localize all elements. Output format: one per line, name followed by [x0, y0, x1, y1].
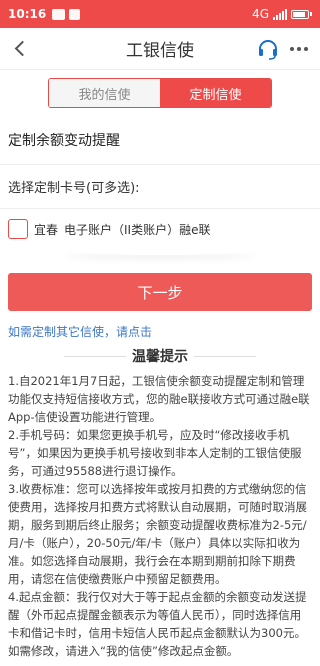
divider-line: [194, 355, 256, 357]
nav-header: 工银信使: [0, 28, 320, 70]
tips-header: 温馨提示: [0, 346, 320, 366]
tips-title: 温馨提示: [132, 349, 188, 365]
app-notification-icon: [69, 8, 81, 20]
app-notification-icon: [52, 8, 66, 20]
tab-custom-messenger[interactable]: 定制信使: [160, 79, 271, 107]
battery-icon: [291, 9, 312, 19]
chevron-left-icon: [14, 40, 30, 57]
tip-item: 4.起点金额：我行仅对大于等于起点金额的余额变动发送提醒（外币起点提醒金额表示为…: [8, 590, 307, 658]
tips-content: 1.自2021年1月7日起，工银信使余额变动提醒定制和管理功能仅支持短信接收方式…: [0, 366, 320, 660]
card-checkbox[interactable]: [8, 219, 28, 239]
tabs-container: 我的信使 定制信使: [0, 70, 320, 108]
more-icon[interactable]: [290, 46, 308, 51]
tip-item: 1.自2021年1月7日起，工银信使余额变动提醒定制和管理功能仅支持短信接收方式…: [8, 374, 310, 424]
status-right: 4G: [252, 7, 312, 21]
custom-other-link[interactable]: 如需定制其它信使，请点击: [0, 311, 320, 340]
section-title: 定制余额变动提醒: [8, 133, 120, 149]
status-bar: 10:16 4G: [0, 0, 320, 28]
tip-item: 2.手机号码：如果您更换手机号，应及时“修改接收手机号”，如果因为更换手机号接收…: [8, 428, 302, 478]
back-button[interactable]: [4, 28, 36, 70]
status-time: 10:16: [8, 7, 47, 21]
divider-line: [64, 355, 126, 357]
network-type: 4G: [252, 7, 269, 21]
card-description: 电子账户（II类账户）融e联: [64, 222, 211, 237]
tip-item: 3.收费标准：您可以选择按年或按月扣费的方式缴纳您的信使费用，选择按月扣费方式将…: [8, 482, 307, 586]
tab-my-messengers[interactable]: 我的信使: [49, 79, 160, 107]
select-card-label: 选择定制卡号(可多选):: [8, 181, 140, 196]
scroll-shadow: [60, 245, 260, 255]
card-option[interactable]: 宜春 电子账户（II类账户）融e联: [0, 209, 320, 239]
tab-bar: 我的信使 定制信使: [48, 78, 272, 108]
next-button[interactable]: 下一步: [8, 273, 312, 311]
headset-icon[interactable]: [256, 37, 280, 61]
signal-icon: [273, 8, 287, 20]
card-branch: 宜春: [34, 222, 59, 237]
